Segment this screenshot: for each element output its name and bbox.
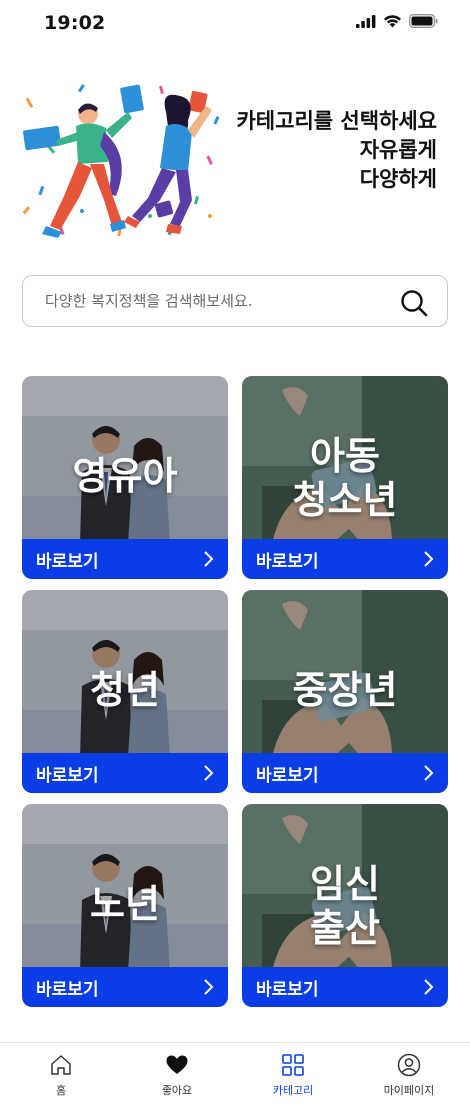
nav-item-mypage[interactable]: 마이페이지	[359, 1053, 459, 1098]
hero-line: 다양하게	[359, 167, 437, 191]
view-button-label: 바로보기	[256, 980, 319, 1000]
chevron-right-icon	[424, 979, 434, 995]
card-title: 임신 출산	[310, 862, 380, 950]
chevron-right-icon	[204, 979, 214, 995]
category-card-youth[interactable]: 청년 바로보기	[22, 590, 228, 793]
nav-item-favorites[interactable]: 좋아요	[127, 1053, 227, 1098]
category-card-child-youth[interactable]: 아동 청소년 바로보기	[242, 376, 448, 579]
nav-label: 홈	[55, 1084, 67, 1097]
category-card-pregnancy-birth[interactable]: 임신 출산 바로보기	[242, 804, 448, 1007]
home-icon	[51, 1055, 71, 1075]
view-button-label: 바로보기	[36, 766, 99, 786]
chevron-right-icon	[204, 765, 214, 781]
view-button-label: 바로보기	[36, 980, 99, 1000]
view-button[interactable]: 바로보기	[242, 967, 448, 1007]
cellular-signal-icon	[356, 14, 376, 28]
nav-label: 카테고리	[272, 1084, 314, 1097]
bottom-navigation: 홈 좋아요 카테고리 마이페이지	[0, 1042, 470, 1110]
status-bar: 19:02	[0, 0, 470, 48]
category-card-middle-aged[interactable]: 중장년 바로보기	[242, 590, 448, 793]
nav-item-category[interactable]: 카테고리	[243, 1053, 343, 1098]
card-title: 청년	[90, 668, 160, 712]
nav-item-home[interactable]: 홈	[11, 1053, 111, 1098]
search-bar[interactable]	[22, 275, 448, 327]
hero-heading: 카테고리를 선택하세요 자유롭게 다양하게	[236, 107, 437, 194]
battery-icon	[409, 14, 438, 28]
heart-icon	[166, 1055, 188, 1074]
wifi-icon	[384, 15, 401, 28]
category-grid-icon	[282, 1054, 304, 1076]
chevron-right-icon	[204, 551, 214, 567]
hero-section: 카테고리를 선택하세요 자유롭게 다양하게	[0, 72, 470, 247]
view-button[interactable]: 바로보기	[22, 967, 228, 1007]
card-title: 아동 청소년	[292, 434, 398, 522]
profile-icon	[397, 1053, 421, 1077]
search-input[interactable]	[45, 288, 385, 314]
status-icons	[356, 14, 438, 28]
view-button[interactable]: 바로보기	[22, 753, 228, 793]
view-button-label: 바로보기	[256, 766, 319, 786]
card-title: 노년	[90, 882, 160, 926]
view-button-label: 바로보기	[36, 552, 99, 572]
card-title: 중장년	[292, 668, 398, 712]
view-button[interactable]: 바로보기	[242, 753, 448, 793]
hero-line: 카테고리를 선택하세요	[236, 109, 437, 133]
category-card-infant[interactable]: 영유아 바로보기	[22, 376, 228, 579]
hero-line: 자유롭게	[359, 138, 437, 162]
chevron-right-icon	[424, 765, 434, 781]
nav-label: 마이페이지	[383, 1084, 435, 1097]
view-button[interactable]: 바로보기	[22, 539, 228, 579]
people-flying-illustration	[22, 84, 220, 238]
nav-label: 좋아요	[161, 1084, 193, 1097]
status-time: 19:02	[44, 12, 106, 34]
chevron-right-icon	[424, 551, 434, 567]
view-button-label: 바로보기	[256, 552, 319, 572]
search-icon[interactable]	[399, 288, 429, 318]
view-button[interactable]: 바로보기	[242, 539, 448, 579]
category-card-senior[interactable]: 노년 바로보기	[22, 804, 228, 1007]
card-title: 영유아	[72, 454, 178, 498]
